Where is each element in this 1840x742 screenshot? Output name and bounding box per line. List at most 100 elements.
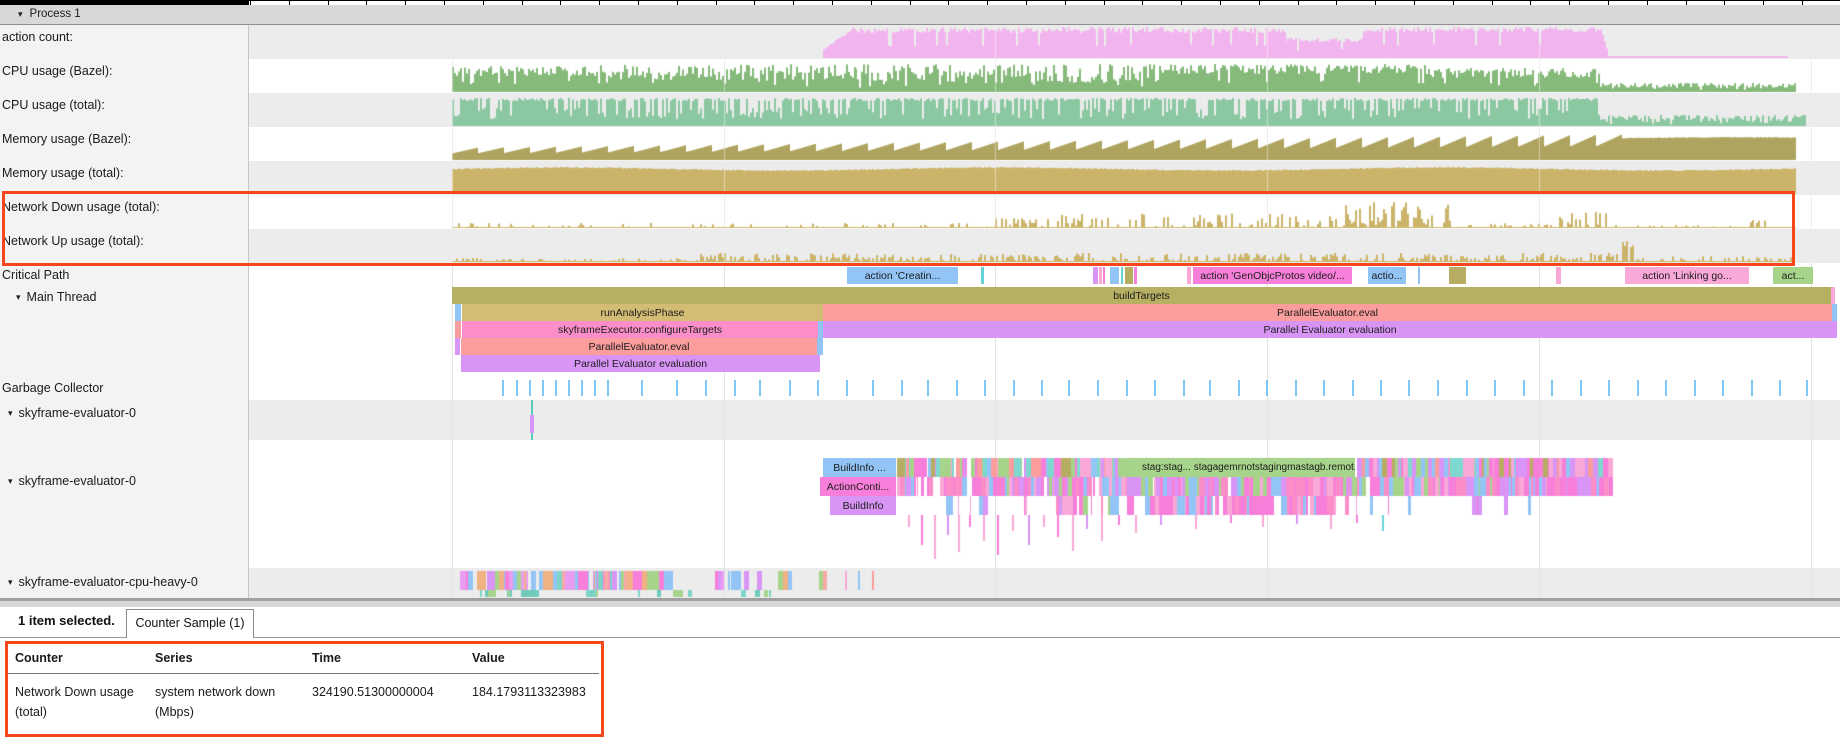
col-counter[interactable]: Counter — [8, 645, 148, 674]
gc-event-tick[interactable] — [817, 380, 819, 396]
gc-event-tick[interactable] — [984, 380, 986, 396]
gc-event-tick[interactable] — [705, 380, 707, 396]
gc-event-tick[interactable] — [759, 380, 761, 396]
gc-event-tick[interactable] — [1779, 380, 1781, 396]
collapse-triangle-icon[interactable]: ▾ — [16, 292, 21, 302]
gc-event-tick[interactable] — [1694, 380, 1696, 396]
track-label-memory-usage-bazel[interactable]: Memory usage (Bazel): — [2, 132, 131, 146]
critical-path-slice-actio-[interactable]: actio... — [1368, 267, 1406, 284]
gc-event-tick[interactable] — [734, 380, 736, 396]
gc-event-tick[interactable] — [1722, 380, 1724, 396]
gc-event-tick[interactable] — [516, 380, 518, 396]
gc-event-tick[interactable] — [846, 380, 848, 396]
main-thread-slice-buildtargets[interactable]: buildTargets — [452, 287, 1831, 304]
critical-path-slice-sliver[interactable] — [1418, 267, 1420, 284]
critical-path-slice-action-linking-go-[interactable]: action 'Linking go... — [1625, 267, 1749, 284]
gc-event-tick[interactable] — [568, 380, 570, 396]
evaluator2-slice-buildinfo-[interactable]: BuildInfo ... — [823, 458, 896, 477]
gc-event-tick[interactable] — [1183, 380, 1185, 396]
gc-event-tick[interactable] — [1523, 380, 1525, 396]
gc-event-tick[interactable] — [789, 380, 791, 396]
track-label-cpu-usage-total[interactable]: CPU usage (total): — [2, 98, 105, 112]
main-thread-slice-parallel-evaluator-evalu[interactable]: Parallel Evaluator evaluation — [823, 321, 1837, 338]
main-thread-slice-sliver[interactable] — [455, 304, 461, 321]
evaluator2-slices-canvas[interactable] — [249, 440, 1840, 568]
col-series[interactable]: Series — [148, 645, 305, 674]
critical-path-slice-sliver[interactable] — [1125, 267, 1133, 284]
gc-event-tick[interactable] — [1013, 380, 1015, 396]
critical-path-slice-action-genobjcprotos-vid[interactable]: action 'GenObjcProtos video/... — [1193, 267, 1352, 284]
gc-event-tick[interactable] — [1352, 380, 1354, 396]
evaluator2-slice-buildinfo[interactable]: BuildInfo — [830, 496, 896, 515]
gc-event-tick[interactable] — [1437, 380, 1439, 396]
track-label-skyframe-evaluator-0a[interactable]: ▾skyframe-evaluator-0 — [8, 406, 136, 420]
gc-event-tick[interactable] — [1408, 380, 1410, 396]
gc-event-tick[interactable] — [1154, 380, 1156, 396]
main-thread-slice-parallelevaluator-eval[interactable]: ParallelEvaluator.eval — [823, 304, 1832, 321]
gc-event-tick[interactable] — [901, 380, 903, 396]
critical-path-slice-sliver[interactable] — [1449, 267, 1466, 284]
gc-event-tick[interactable] — [956, 380, 958, 396]
gc-event-tick[interactable] — [1466, 380, 1468, 396]
track-label-garbage-collector[interactable]: Garbage Collector — [2, 381, 103, 395]
table-row[interactable]: Network Down usage (total) system networ… — [8, 674, 599, 731]
gc-event-tick[interactable] — [1295, 380, 1297, 396]
evaluator2-slice-actionconti-[interactable]: ActionConti... — [820, 477, 896, 496]
gc-event-tick[interactable] — [641, 380, 643, 396]
track-label-cpu-usage-bazel[interactable]: CPU usage (Bazel): — [2, 64, 112, 78]
tab-counter-sample[interactable]: Counter Sample (1) — [126, 609, 254, 638]
gc-event-tick[interactable] — [1097, 380, 1099, 396]
evaluator1-event-segment[interactable] — [530, 415, 534, 433]
gc-event-tick[interactable] — [1751, 380, 1753, 396]
critical-path-slice-sliver[interactable] — [1110, 267, 1119, 284]
gc-event-tick[interactable] — [1126, 380, 1128, 396]
critical-path-slice-act-[interactable]: act... — [1773, 267, 1813, 284]
counter-chart-memory-usage-total[interactable] — [249, 161, 1840, 195]
gc-event-tick[interactable] — [1608, 380, 1610, 396]
main-thread-slice-runanalysisphase[interactable]: runAnalysisPhase — [462, 304, 823, 321]
critical-path-slice-sliver[interactable] — [981, 267, 984, 284]
gc-event-tick[interactable] — [542, 380, 544, 396]
collapse-triangle-icon[interactable]: ▾ — [18, 9, 23, 19]
gc-event-tick[interactable] — [1238, 380, 1240, 396]
collapse-triangle-icon[interactable]: ▾ — [8, 577, 13, 587]
critical-path-slice-sliver[interactable] — [1099, 267, 1102, 284]
gc-event-tick[interactable] — [1068, 380, 1070, 396]
critical-path-slice-sliver[interactable] — [1121, 267, 1123, 284]
track-label-skyframe-evaluator-cpu-heavy-0[interactable]: ▾skyframe-evaluator-cpu-heavy-0 — [8, 575, 198, 589]
main-thread-slice-sliver[interactable] — [455, 321, 461, 338]
gc-event-tick[interactable] — [1323, 380, 1325, 396]
track-label-skyframe-evaluator-0b[interactable]: ▾skyframe-evaluator-0 — [8, 474, 136, 488]
track-label-action-count[interactable]: action count: — [2, 30, 73, 44]
gc-event-tick[interactable] — [1665, 380, 1667, 396]
collapse-triangle-icon[interactable]: ▾ — [8, 476, 13, 486]
gc-event-tick[interactable] — [555, 380, 557, 396]
gc-event-tick[interactable] — [502, 380, 504, 396]
critical-path-slice-sliver[interactable] — [1103, 267, 1105, 284]
gc-event-tick[interactable] — [1551, 380, 1553, 396]
track-label-critical-path[interactable]: Critical Path — [2, 268, 69, 282]
counter-chart-memory-usage-bazel[interactable] — [249, 127, 1840, 161]
critical-path-slice-sliver[interactable] — [1187, 267, 1191, 284]
main-thread-slice-parallel-evaluator-evalu[interactable]: Parallel Evaluator evaluation — [461, 355, 820, 372]
gc-event-tick[interactable] — [676, 380, 678, 396]
main-thread-slice-skyframeexecutor-configu[interactable]: skyframeExecutor.configureTargets — [462, 321, 818, 338]
track-label-memory-usage-total[interactable]: Memory usage (total): — [2, 166, 124, 180]
cpu-heavy-slices-canvas[interactable] — [249, 568, 1840, 598]
critical-path-slice-action-creatin-[interactable]: action 'Creatin... — [847, 267, 958, 284]
main-thread-slice-sliver[interactable] — [1831, 287, 1835, 304]
gc-event-tick[interactable] — [594, 380, 596, 396]
col-value[interactable]: Value — [465, 645, 599, 674]
critical-path-slice-sliver[interactable] — [1134, 267, 1137, 284]
main-thread-slice-parallelevaluator-eval[interactable]: ParallelEvaluator.eval — [461, 338, 817, 355]
gc-event-tick[interactable] — [1266, 380, 1268, 396]
main-thread-slice-sliver[interactable] — [817, 338, 823, 355]
gc-event-tick[interactable] — [1380, 380, 1382, 396]
collapse-triangle-icon[interactable]: ▾ — [8, 408, 13, 418]
gc-event-tick[interactable] — [1041, 380, 1043, 396]
process-header[interactable]: ▾Process 1 — [0, 5, 1840, 25]
track-label-main-thread[interactable]: ▾Main Thread — [16, 290, 96, 304]
col-time[interactable]: Time — [305, 645, 465, 674]
gc-event-tick[interactable] — [1580, 380, 1582, 396]
counter-chart-action-count[interactable] — [249, 25, 1840, 59]
